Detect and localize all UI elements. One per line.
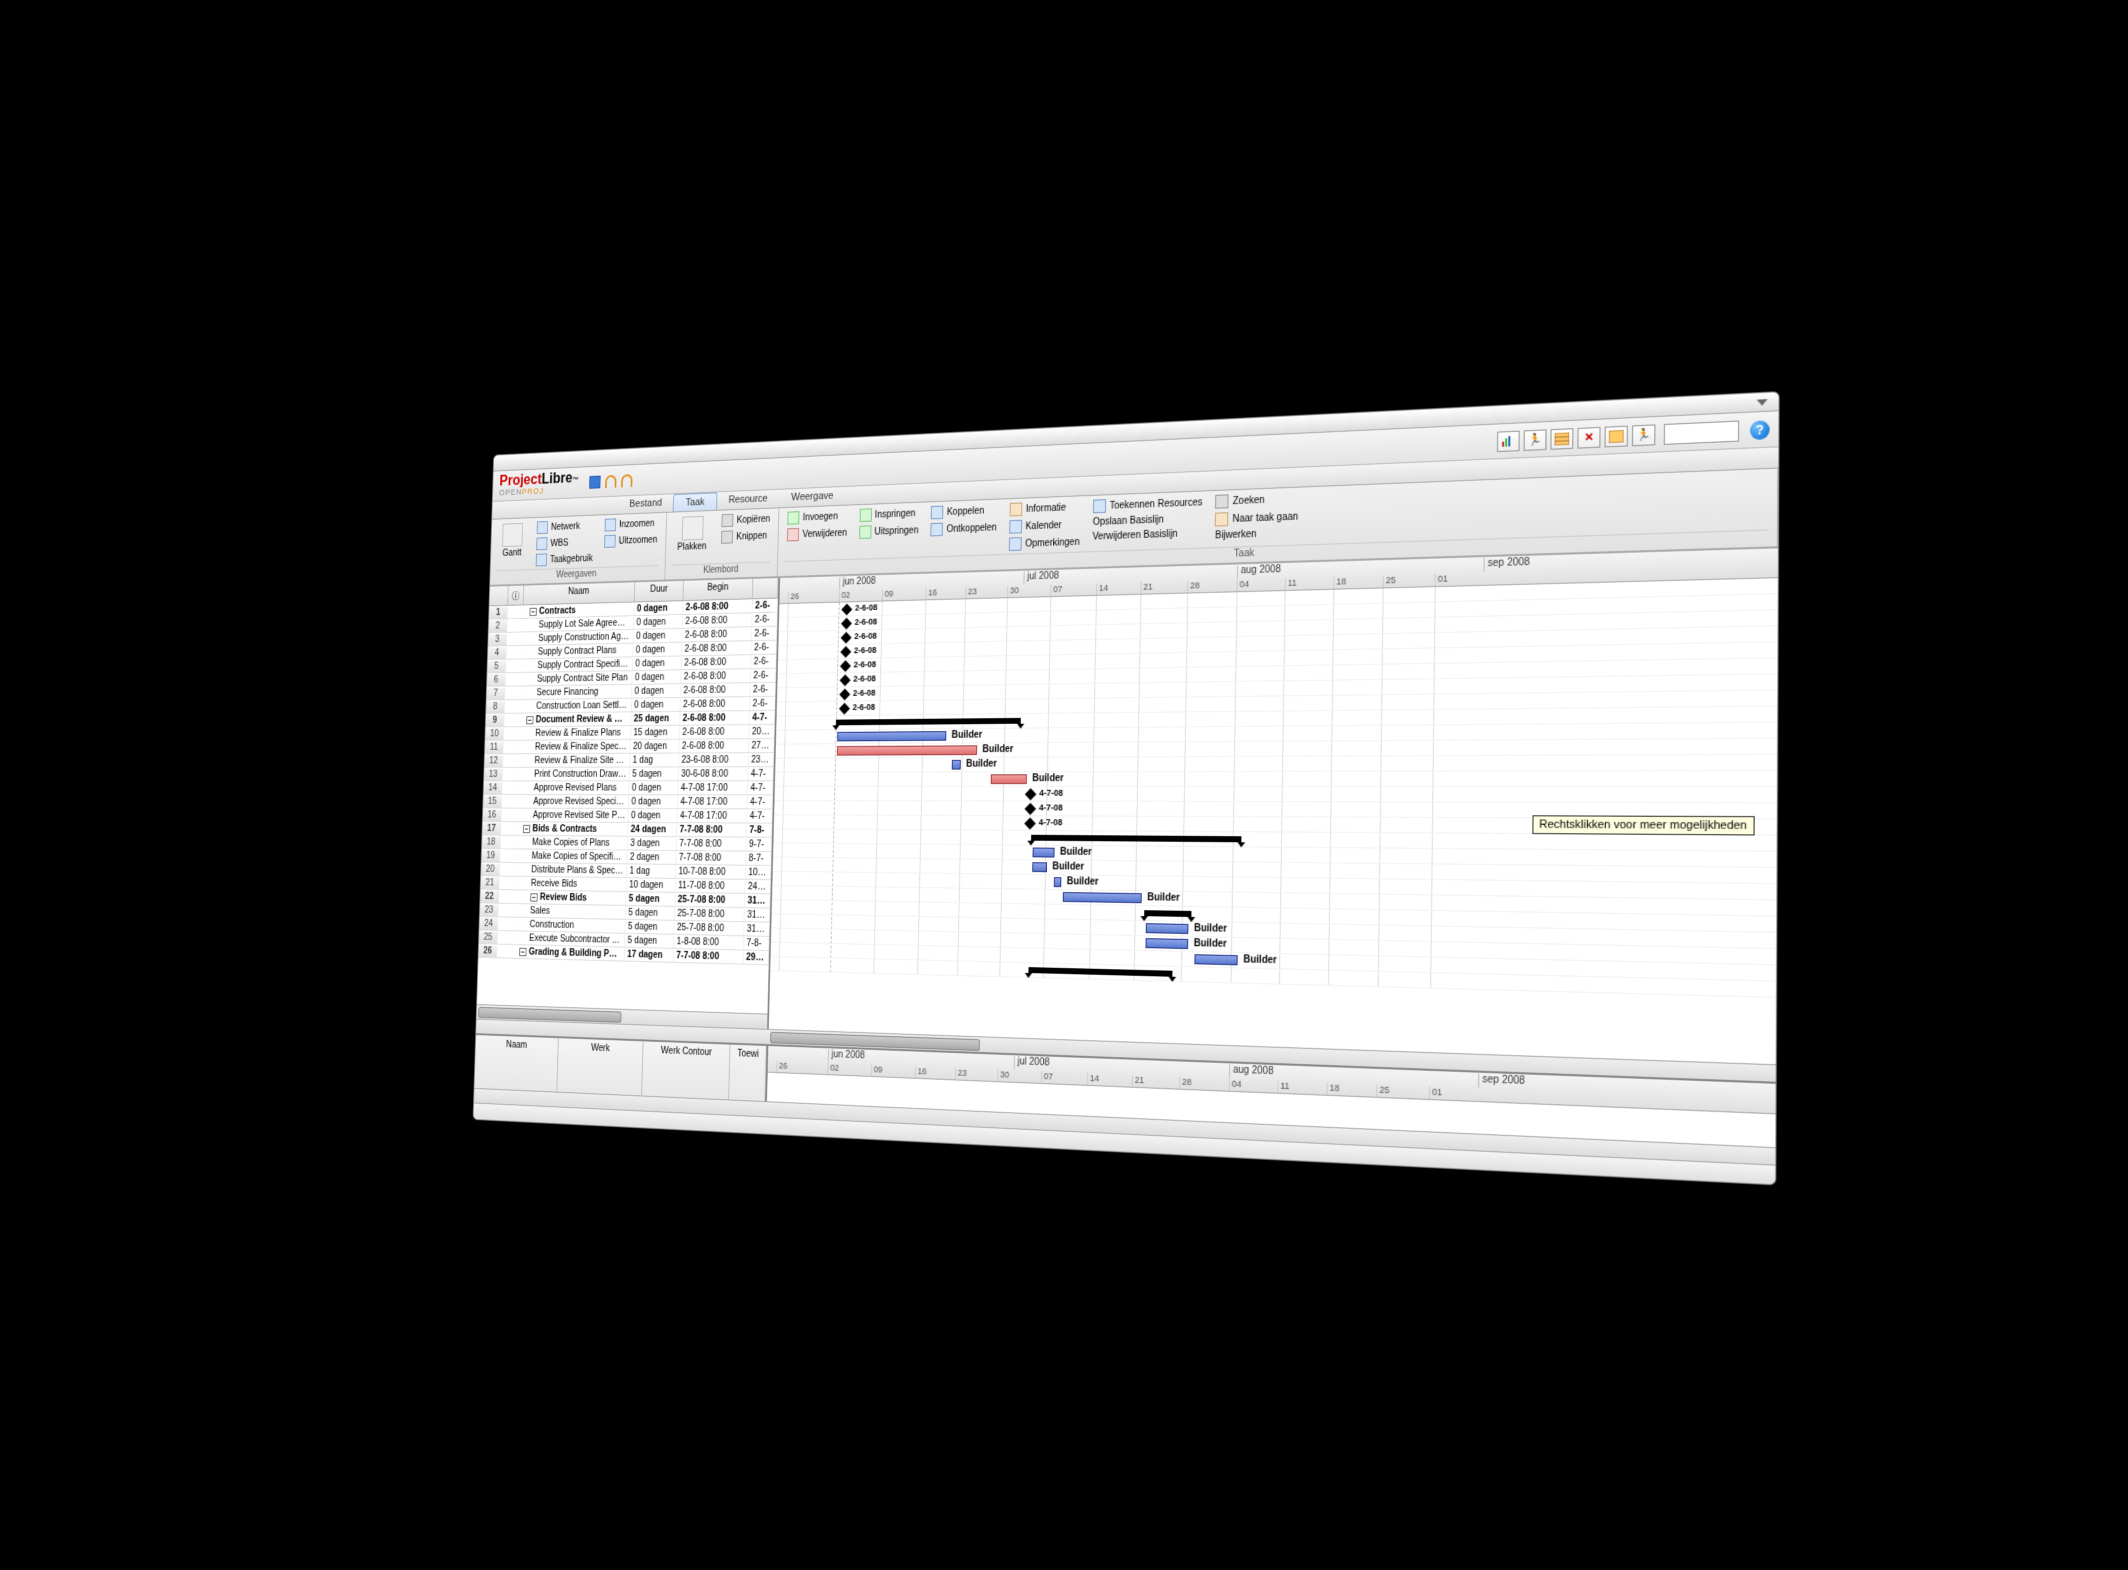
- task-row[interactable]: 13Print Construction Drawing5 dagen30-6-…: [484, 767, 774, 781]
- koppelen-button[interactable]: Koppelen: [929, 502, 999, 520]
- group-label-clip: Klembord: [672, 562, 771, 577]
- col-begin[interactable]: Begin: [683, 579, 753, 600]
- zoeken-button[interactable]: Zoeken: [1214, 491, 1301, 510]
- bp-werk[interactable]: Werk: [557, 1038, 643, 1095]
- plakken-button[interactable]: Plakken: [672, 514, 712, 563]
- uitspringen-button[interactable]: Uitspringen: [857, 523, 920, 540]
- naar-taak-button[interactable]: Naar taak gaan: [1213, 509, 1300, 528]
- bp-toewi[interactable]: Toewi: [729, 1045, 766, 1102]
- task-row[interactable]: 12Review & Finalize Site Plan1 dag23-6-0…: [484, 753, 774, 768]
- verwijderen-basislijn-button[interactable]: Verwijderen Basislijn: [1091, 527, 1204, 544]
- table-view-icon[interactable]: [1550, 428, 1573, 450]
- app-logo: ProjectLibre™ OPENPROJ: [499, 471, 579, 497]
- bijwerken-button[interactable]: Bijwerken: [1213, 527, 1300, 543]
- task-grid-body[interactable]: 1−Contracts0 dagen2-6-08 8:002-6-2Supply…: [477, 599, 778, 1014]
- inzoomen-button[interactable]: Inzoomen: [603, 516, 660, 533]
- tab-weergave[interactable]: Weergave: [779, 487, 845, 507]
- main-area: ⓘ Naam Duur Begin 1−Contracts0 dagen2-6-…: [477, 547, 1778, 1064]
- logo-text-b: Libre: [541, 471, 572, 488]
- toekennen-button[interactable]: Toekennen Resources: [1091, 494, 1204, 514]
- invoegen-button[interactable]: Invoegen: [786, 508, 849, 525]
- gantt-chart[interactable]: jun 2008jul 2008aug 2008sep 200826020916…: [769, 548, 1778, 1064]
- bp-naam[interactable]: Naam: [474, 1035, 558, 1092]
- tab-taak[interactable]: Taak: [673, 492, 717, 511]
- ontkoppelen-button[interactable]: Ontkoppelen: [929, 520, 999, 538]
- undo-icon[interactable]: [605, 474, 617, 487]
- uitzoomen-button[interactable]: Uitzoomen: [602, 532, 659, 549]
- tab-bestand[interactable]: Bestand: [618, 494, 674, 514]
- kopieren-button[interactable]: Kopiëren: [720, 511, 772, 528]
- opmerkingen-button[interactable]: Opmerkingen: [1007, 534, 1082, 552]
- quick-access-toolbar: [589, 474, 632, 489]
- gantt-button[interactable]: Gantt: [497, 521, 528, 569]
- knippen-button[interactable]: Knippen: [720, 528, 772, 545]
- kalender-button[interactable]: Kalender: [1007, 517, 1082, 535]
- task-grid: ⓘ Naam Duur Begin 1−Contracts0 dagen2-6-…: [477, 578, 781, 1029]
- window-menu-icon[interactable]: [1757, 399, 1768, 406]
- col-info[interactable]: ⓘ: [508, 586, 524, 605]
- resource-view-icon[interactable]: 🏃: [1524, 429, 1547, 451]
- view-shortcut-icons: 🏃 ✕ 🏃: [1497, 420, 1739, 452]
- chart-view-icon[interactable]: [1497, 430, 1520, 451]
- col-naam[interactable]: Naam: [524, 582, 636, 604]
- delete-view-icon[interactable]: ✕: [1577, 426, 1600, 448]
- bp-contour[interactable]: Werk Contour: [642, 1041, 731, 1099]
- search-field[interactable]: [1664, 420, 1739, 444]
- opslaan-basislijn-button[interactable]: Opslaan Basislijn: [1091, 512, 1204, 529]
- taakgebruik-button[interactable]: Taakgebruik: [534, 551, 594, 567]
- verwijderen-button[interactable]: Verwijderen: [785, 525, 848, 542]
- app-window: ProjectLibre™ OPENPROJ 🏃 ✕ 🏃 ? Bestand T…: [473, 391, 1780, 1185]
- inspringen-button[interactable]: Inspringen: [858, 506, 921, 524]
- context-tooltip: Rechtsklikken voor meer mogelijkheden: [1532, 815, 1755, 835]
- netwerk-button[interactable]: Netwerk: [535, 518, 595, 535]
- redo-icon[interactable]: [621, 474, 633, 487]
- task-row[interactable]: 11Review & Finalize Specifica20 dagen2-6…: [485, 739, 775, 754]
- col-duur[interactable]: Duur: [635, 581, 684, 602]
- task-row[interactable]: 14Approve Revised Plans0 dagen4-7-08 17:…: [484, 781, 774, 795]
- informatie-button[interactable]: Informatie: [1008, 499, 1083, 517]
- help-icon[interactable]: ?: [1750, 420, 1770, 440]
- tab-resource[interactable]: Resource: [717, 490, 780, 510]
- person-view-icon[interactable]: 🏃: [1632, 424, 1655, 446]
- usage-view-icon[interactable]: [1605, 425, 1628, 447]
- wbs-button[interactable]: WBS: [535, 535, 595, 552]
- gantt-body: 2-6-082-6-082-6-082-6-082-6-082-6-082-6-…: [770, 578, 1778, 998]
- save-icon[interactable]: [589, 475, 600, 488]
- task-row[interactable]: 15Approve Revised Specificat0 dagen4-7-0…: [483, 795, 773, 810]
